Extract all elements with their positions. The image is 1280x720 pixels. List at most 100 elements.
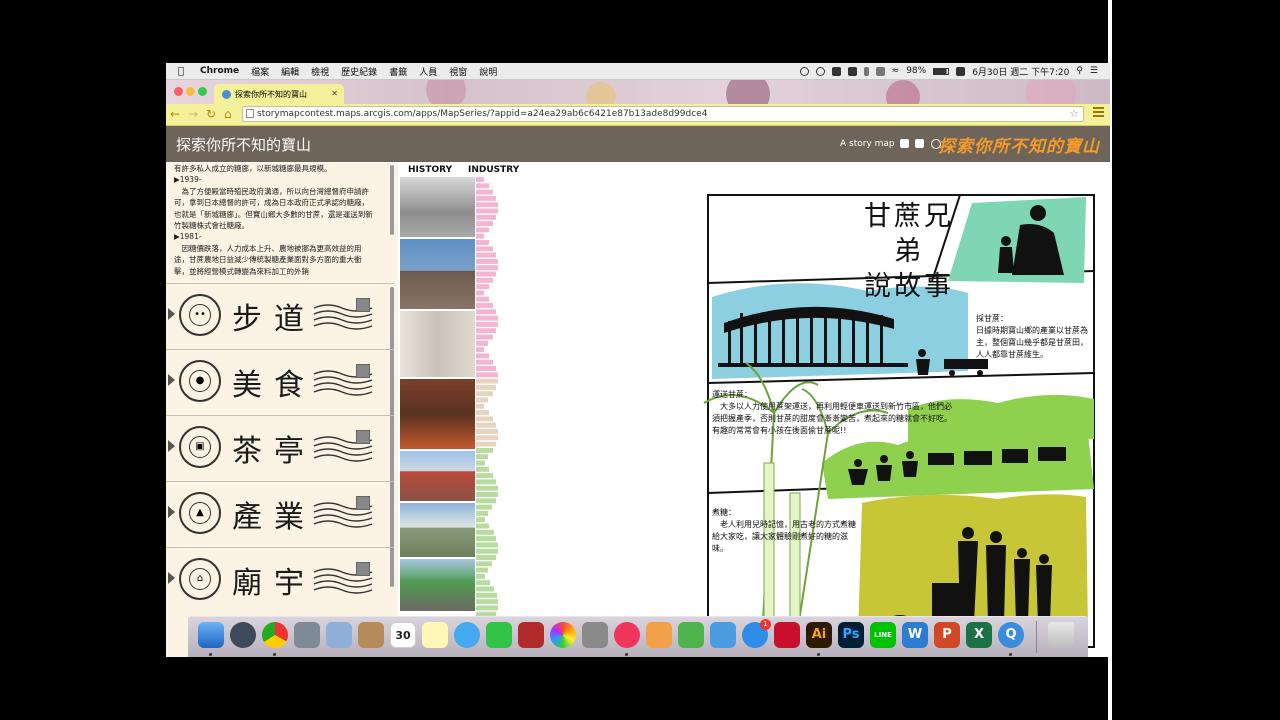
menu-item-file[interactable]: 檔案 [251,65,269,78]
history-photo[interactable] [400,239,475,309]
history-photo[interactable] [400,311,475,377]
close-window-button[interactable] [174,87,183,96]
industry-bar [476,334,493,340]
adobe-icon[interactable] [847,66,857,76]
address-bar[interactable]: storymapcontest.maps.arcgis.com/apps/Map… [242,106,1084,122]
caption-harvest: 採甘蔗： 日據時期寶山鄉的產業以甘蔗為主，整個寶山幾乎都是甘蔗田，人人都靠甘蔗維… [976,313,1090,361]
system-preferences-icon[interactable] [294,622,320,648]
history-photo[interactable] [400,559,475,611]
category-name: 廟宇 [232,566,316,601]
calculator-icon[interactable] [582,622,608,648]
acrobat-icon[interactable] [774,622,800,648]
keynote-icon[interactable] [710,622,736,648]
status-icon-a[interactable] [799,66,809,76]
word-icon[interactable]: W [902,622,928,648]
notification-center-icon[interactable]: ☰ [1090,66,1098,76]
zoom-window-button[interactable] [198,87,207,96]
category-trails[interactable]: •• 步道 [166,283,394,349]
menu-item-edit[interactable]: 編輯 [281,65,299,78]
bookmark-star-icon[interactable]: ☆ [1069,107,1079,121]
industry-bar [476,221,493,227]
wallpaper-flower [586,82,616,104]
apple-menu-icon[interactable]:  [178,66,190,77]
battery-percent[interactable]: 98% [906,66,926,76]
category-name: 步道 [232,302,316,337]
back-arrow-icon[interactable]: ← [170,107,180,121]
contacts-icon[interactable] [358,622,384,648]
finder-icon[interactable] [198,622,224,648]
category-thumb-icon [356,298,370,312]
photo-booth-icon[interactable] [518,622,544,648]
facetime-icon[interactable] [486,622,512,648]
trash-icon[interactable] [1048,622,1074,648]
excel-icon[interactable]: X [966,622,992,648]
industry-bar [476,391,493,397]
numbers-icon[interactable] [678,622,704,648]
caption-boiling-title: 煮糖： [712,508,736,517]
wifi-icon[interactable]: ≈ [892,66,900,76]
preview-icon[interactable] [326,622,352,648]
menu-app-name[interactable]: Chrome [200,66,239,76]
quicktime-icon[interactable]: Q [998,622,1024,648]
forward-arrow-icon[interactable]: → [188,107,198,121]
photos-icon[interactable] [550,622,576,648]
battery-icon[interactable] [933,67,950,75]
history-photo[interactable] [400,451,475,501]
status-icon-b[interactable] [815,66,825,76]
category-tea-pavilion[interactable]: ▣ 茶亭 [166,415,394,481]
itunes-icon[interactable] [614,622,640,648]
industry-bar [476,189,493,195]
industry-bar [476,265,498,271]
bluetooth-icon[interactable] [863,66,869,76]
menu-item-history[interactable]: 歷史紀錄 [341,65,377,78]
category-food[interactable]: ● 美食 [166,349,394,415]
minimize-window-button[interactable] [186,87,195,96]
browser-tab[interactable]: 探索你所不知的寶山 ✕ [214,84,344,104]
photoshop-icon[interactable]: Ps [838,622,864,648]
tab-strip: 探索你所不知的寶山 ✕ [166,80,1110,104]
twitter-icon[interactable] [915,139,924,148]
category-industry[interactable]: ▲ 產業 [166,481,394,547]
facebook-icon[interactable] [900,139,909,148]
category-thumb-icon [356,496,370,510]
time-machine-icon[interactable] [875,66,885,76]
industry-bar [476,202,498,208]
industry-bar [476,422,496,428]
line-icon[interactable]: LINE [870,622,896,648]
history-photo[interactable] [400,177,475,237]
reload-icon[interactable]: ↻ [206,107,216,121]
status-icon-c[interactable] [831,66,841,76]
messages-icon[interactable] [454,622,480,648]
powerpoint-icon[interactable]: P [934,622,960,648]
home-icon[interactable]: ⌂ [224,107,232,121]
tab-close-icon[interactable]: ✕ [331,89,338,98]
story-map-link[interactable]: A story map [840,139,895,149]
page-info-icon[interactable] [246,109,254,118]
menu-item-window[interactable]: 視窗 [449,65,467,78]
wallpaper-flower [886,80,920,104]
history-photo[interactable] [400,503,475,557]
calendar-icon[interactable]: 30 [390,622,416,648]
chrome-icon[interactable] [262,622,288,648]
address-url: storymapcontest.maps.arcgis.com/apps/Map… [257,109,708,119]
menu-item-help[interactable]: 說明 [479,65,497,78]
favicon-icon [222,89,231,99]
menu-item-bookmarks[interactable]: 書籤 [389,65,407,78]
notes-icon[interactable] [422,622,448,648]
history-photo[interactable] [400,379,475,449]
spotlight-icon[interactable]: ⚲ [1076,66,1083,76]
input-source-icon[interactable] [956,66,966,76]
category-temples[interactable]: ⌂ 廟宇 [166,547,394,613]
launchpad-icon[interactable] [230,622,256,648]
industry-bar [476,403,484,409]
menu-item-people[interactable]: 人員 [419,65,437,78]
chrome-menu-icon[interactable] [1093,107,1104,118]
illustrator-icon[interactable]: Ai [806,622,832,648]
menubar-datetime[interactable]: 6月30日 週二 下午7:20 [972,65,1069,78]
pages-icon[interactable] [646,622,672,648]
menu-item-view[interactable]: 檢視 [311,65,329,78]
industry-bar [476,498,496,504]
industry-bar [476,258,498,264]
text-scrollbar[interactable] [390,165,394,235]
browser-toolbar: ← → ↻ ⌂ storymapcontest.maps.arcgis.com/… [166,104,1110,126]
